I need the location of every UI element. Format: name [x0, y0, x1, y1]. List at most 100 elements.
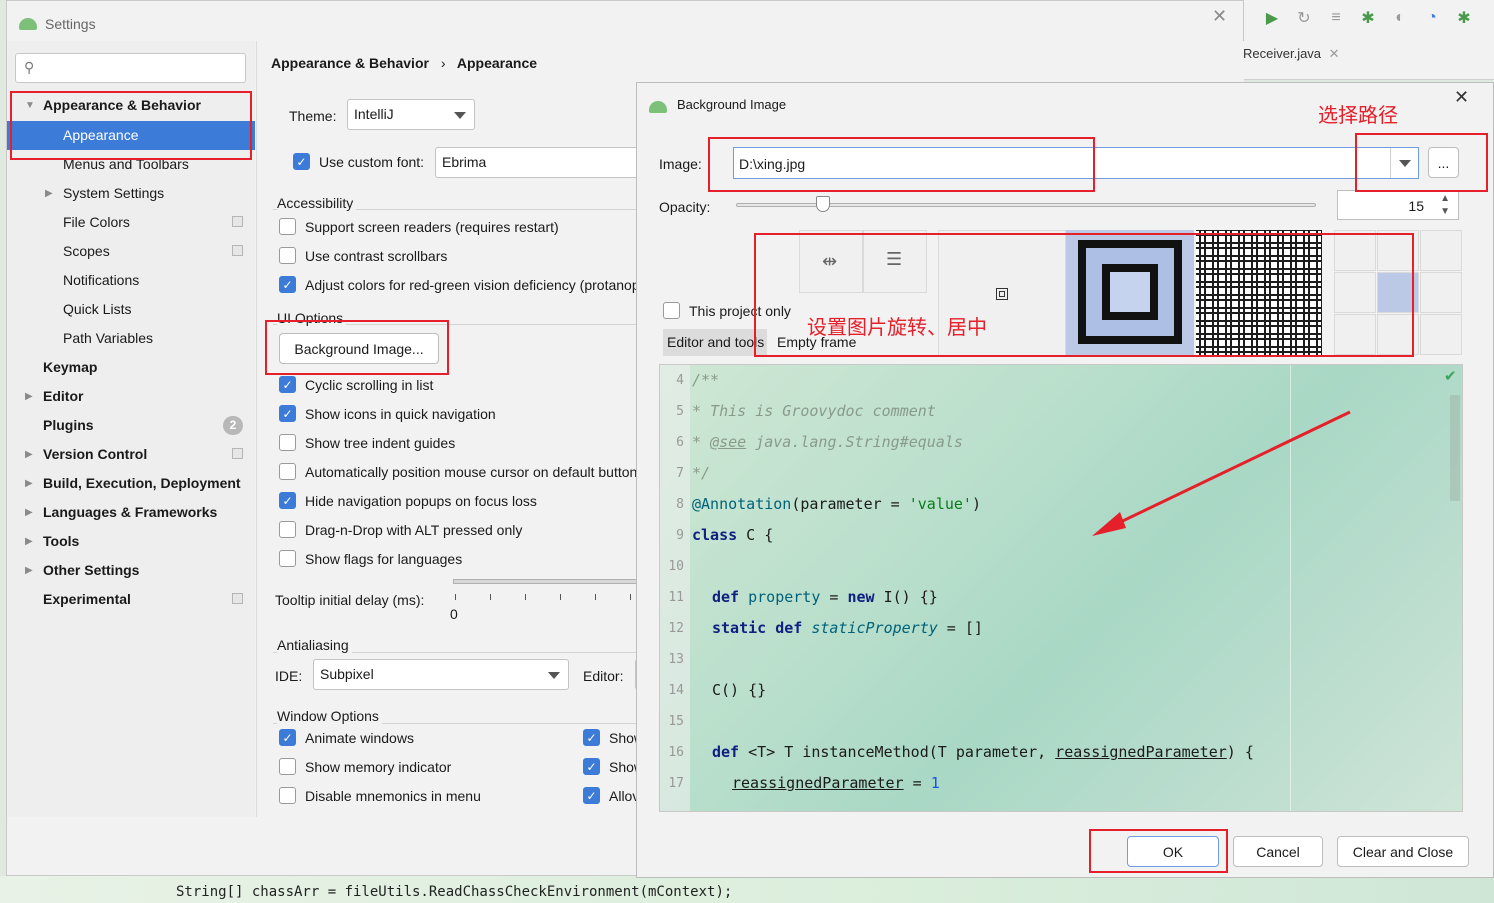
chevron-down-icon [454, 112, 466, 119]
code-token: staticProperty [811, 619, 938, 637]
code-line: class C { [692, 526, 773, 544]
slider-tick [525, 594, 526, 600]
antialiasing-title: Antialiasing [277, 637, 352, 653]
option-checkbox[interactable]: ✓ [279, 276, 296, 293]
editor-tab[interactable]: Receiver.java ✕ [1243, 46, 1340, 62]
sidebar-item[interactable]: ▶ Editor [7, 382, 255, 411]
custom-font-select[interactable]: Ebrima [435, 147, 645, 178]
spinner-up-icon[interactable]: ▲ [1440, 193, 1450, 204]
chevron-right-icon[interactable]: ▶ [25, 469, 33, 498]
search-input[interactable]: ⚲ [15, 53, 246, 83]
sidebar-item[interactable]: ▶ Other Settings [7, 556, 255, 585]
line-number: 9 [676, 528, 684, 543]
option-checkbox[interactable]: ✓ [583, 758, 600, 775]
option-checkbox[interactable] [279, 434, 296, 451]
breadcrumb-parent[interactable]: Appearance & Behavior [271, 55, 429, 71]
slider-tick [560, 594, 561, 600]
spinner-down-icon[interactable]: ▼ [1440, 206, 1450, 217]
profile-icon[interactable]: ◔ [1422, 8, 1442, 28]
rerun-icon[interactable]: ↻ [1294, 8, 1314, 28]
sidebar-item[interactable]: Quick Lists [7, 295, 255, 324]
line-number: 10 [668, 559, 684, 574]
line-number: 12 [668, 621, 684, 636]
option-label: Show tree indent guides [305, 434, 456, 451]
option-checkbox[interactable] [279, 550, 296, 567]
line-number: 6 [676, 435, 684, 450]
option-checkbox[interactable] [279, 787, 296, 804]
code-token: @see [710, 433, 747, 451]
attach-debugger-icon[interactable]: ✱ [1454, 8, 1474, 28]
option-checkbox[interactable]: ✓ [583, 787, 600, 804]
anchor-cell[interactable] [1420, 314, 1462, 355]
anchor-cell[interactable] [1420, 230, 1462, 271]
list-icon[interactable]: ≡ [1326, 8, 1346, 28]
chevron-right-icon[interactable]: ▶ [25, 556, 33, 585]
code-line: * This is Groovydoc comment [692, 402, 936, 420]
sidebar-item[interactable]: ▶ System Settings [7, 179, 255, 208]
option-checkbox[interactable]: ✓ [279, 376, 296, 393]
sidebar-item[interactable]: File Colors [7, 208, 255, 237]
chevron-right-icon[interactable]: ▶ [45, 179, 53, 208]
code-line: def property = new I() {} [712, 588, 938, 606]
option-checkbox[interactable] [279, 247, 296, 264]
close-icon[interactable]: ✕ [1329, 46, 1340, 61]
sidebar-item[interactable]: ▶ Languages & Frameworks [7, 498, 255, 527]
sidebar-item-label: Experimental [43, 591, 131, 607]
code-token: 'value' [908, 495, 972, 513]
sidebar-item-label: Plugins [43, 417, 94, 433]
sidebar-item[interactable]: ▶ Tools [7, 527, 255, 556]
option-label: Cyclic scrolling in list [305, 376, 434, 393]
anchor-cell[interactable] [1420, 272, 1462, 313]
sidebar-item[interactable]: Path Variables [7, 324, 255, 353]
opacity-spinner[interactable]: 15 ▲ ▼ [1337, 190, 1459, 220]
chevron-right-icon[interactable]: ▶ [25, 527, 33, 556]
tooltip-delay-slider[interactable] [453, 579, 645, 584]
dialog-title: Background Image [677, 97, 787, 112]
clear-and-close-button[interactable]: Clear and Close [1337, 836, 1469, 867]
option-label: Adjust colors for red-green vision defic… [305, 276, 640, 293]
theme-value: IntelliJ [354, 106, 394, 122]
line-number: 5 [676, 404, 684, 419]
option-checkbox[interactable] [279, 218, 296, 235]
sidebar-item-label: Scopes [63, 243, 110, 259]
close-icon[interactable]: ✕ [1454, 87, 1469, 108]
chevron-right-icon[interactable]: ▶ [25, 382, 33, 411]
code-line: static def staticProperty = [] [712, 619, 983, 637]
sidebar-item[interactable]: Notifications [7, 266, 255, 295]
sidebar-item[interactable]: Keymap [7, 353, 255, 382]
sidebar-item[interactable]: Plugins 2 [7, 411, 255, 440]
code-token: def [712, 743, 740, 761]
option-checkbox[interactable]: ✓ [583, 729, 600, 746]
code-line: */ [692, 464, 710, 482]
custom-font-checkbox[interactable]: ✓ [293, 153, 310, 170]
option-checkbox[interactable] [279, 463, 296, 480]
option-checkbox[interactable]: ✓ [279, 492, 296, 509]
ide-aa-select[interactable]: Subpixel [313, 659, 569, 690]
sidebar-item[interactable]: Experimental [7, 585, 255, 614]
debug-icon[interactable]: ✱ [1358, 8, 1378, 28]
option-checkbox[interactable] [279, 758, 296, 775]
option-checkbox[interactable]: ✓ [279, 729, 296, 746]
line-number: 4 [676, 373, 684, 388]
this-project-only-checkbox[interactable] [663, 302, 680, 319]
target-editor-and-tools[interactable]: Editor and tools [663, 329, 767, 356]
code-token: <T> T instanceMethod(T parameter, [739, 743, 1056, 761]
sidebar-item[interactable]: ▶ Version Control [7, 440, 255, 469]
sidebar-item-label: Keymap [43, 359, 98, 375]
theme-select[interactable]: IntelliJ [347, 99, 475, 130]
scrollbar[interactable] [1450, 395, 1460, 501]
code-line: reassignedParameter = 1 [732, 774, 940, 792]
option-checkbox[interactable]: ✓ [279, 405, 296, 422]
sidebar-item[interactable]: Scopes [7, 237, 255, 266]
opacity-slider-thumb[interactable] [816, 196, 830, 212]
run-icon[interactable]: ▶ [1262, 8, 1282, 28]
chevron-right-icon[interactable]: ▶ [25, 498, 33, 527]
sidebar-item[interactable]: ▶ Build, Execution, Deployment [7, 469, 255, 498]
option-row: Show flags for languages [279, 550, 462, 567]
close-icon[interactable]: ✕ [1212, 6, 1227, 27]
cancel-button[interactable]: Cancel [1233, 836, 1323, 867]
coverage-icon[interactable]: ◐ [1390, 8, 1410, 28]
option-checkbox[interactable] [279, 521, 296, 538]
chevron-right-icon[interactable]: ▶ [25, 440, 33, 469]
option-row: Show memory indicator [279, 758, 451, 775]
